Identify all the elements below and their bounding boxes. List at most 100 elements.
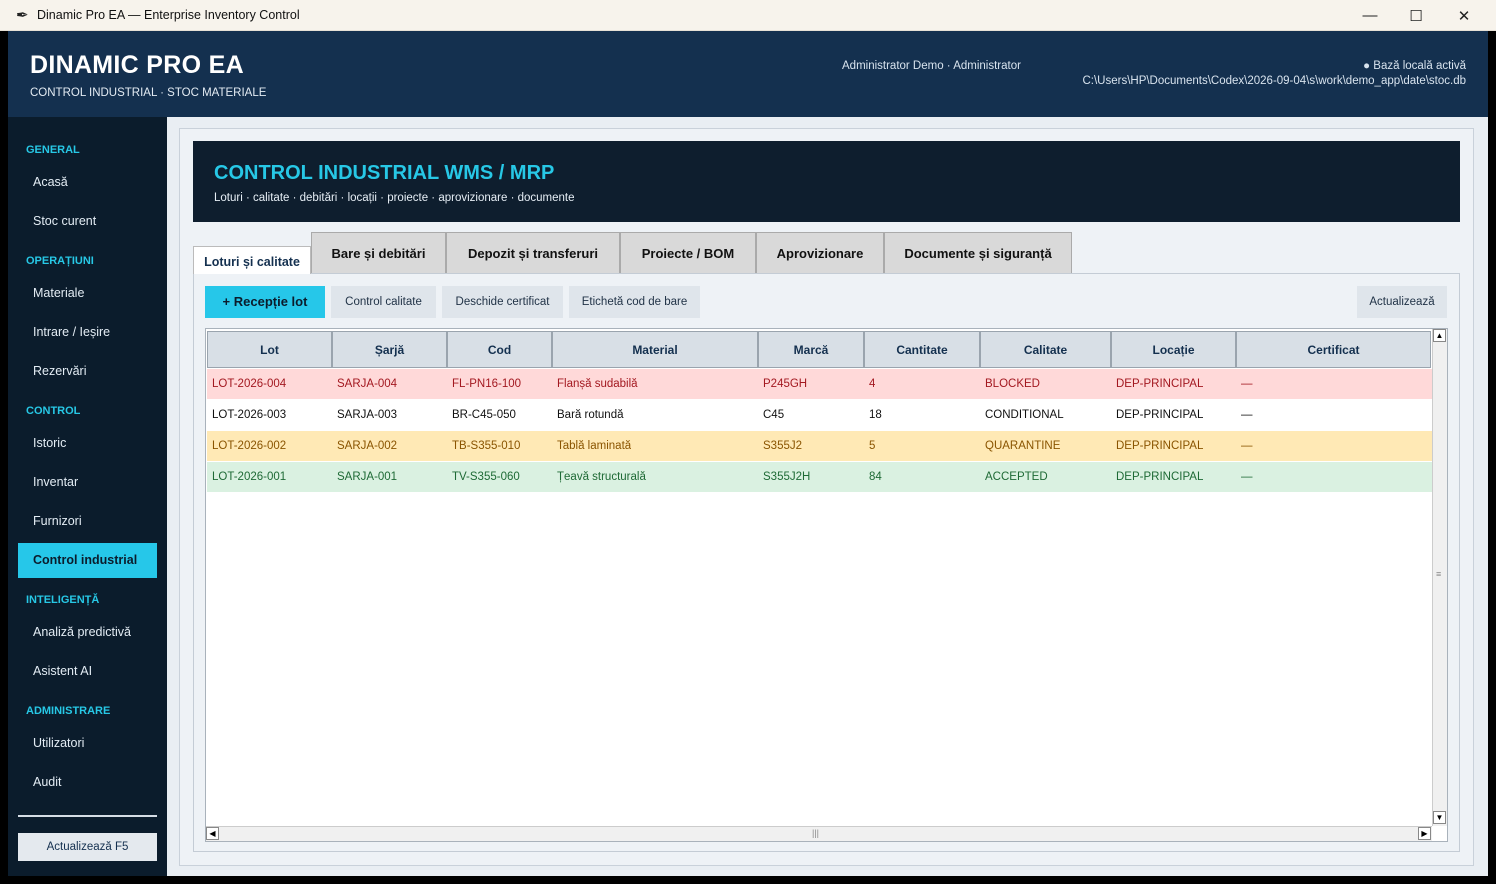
feather-icon: ✒ xyxy=(16,7,29,24)
actualizeaza-button[interactable]: Actualizează xyxy=(1357,286,1447,318)
scroll-down-icon[interactable]: ▼ xyxy=(1433,811,1446,824)
close-button[interactable]: ✕ xyxy=(1441,0,1487,31)
page-subtitle: Loturi · calitate · debitări · locații ·… xyxy=(214,192,575,204)
cell-material: Flanșă sudabilă xyxy=(557,378,638,390)
tab-loturi-calitate[interactable]: Loturi și calitate xyxy=(193,246,311,274)
cell-locatie: DEP-PRINCIPAL xyxy=(1116,471,1204,483)
column-header-calitate[interactable]: Calitate xyxy=(980,331,1111,368)
sidebar-section-inteligenta: INTELIGENȚĂ xyxy=(26,594,100,606)
db-status: ● Bază locală activă xyxy=(1363,60,1466,72)
deschide-certificat-button[interactable]: Deschide certificat xyxy=(442,286,563,318)
sidebar-divider xyxy=(18,815,157,817)
cell-material: Țeavă structurală xyxy=(557,471,646,483)
cell-locatie: DEP-PRINCIPAL xyxy=(1116,440,1204,452)
sidebar-item-materiale[interactable]: Materiale xyxy=(18,276,157,311)
sidebar-item-inventar[interactable]: Inventar xyxy=(18,465,157,500)
cell-certificat: — xyxy=(1241,409,1253,421)
scroll-up-icon[interactable]: ▲ xyxy=(1433,329,1446,342)
cell-cantitate: 4 xyxy=(869,378,876,390)
cell-locatie: DEP-PRINCIPAL xyxy=(1116,378,1204,390)
column-header-sarja[interactable]: Șarjă xyxy=(332,331,447,368)
cell-cantitate: 18 xyxy=(869,409,882,421)
cell-sarja: SARJA-004 xyxy=(337,378,398,390)
tab-depozit-transferuri[interactable]: Depozit și transferuri xyxy=(446,232,620,273)
column-header-marca[interactable]: Marcă xyxy=(758,331,864,368)
cell-sarja: SARJA-002 xyxy=(337,440,398,452)
sidebar-section-administrare: ADMINISTRARE xyxy=(26,705,111,717)
scroll-right-icon[interactable]: ▶ xyxy=(1418,827,1431,840)
cell-sarja: SARJA-003 xyxy=(337,409,398,421)
sidebar-item-asistent-ai[interactable]: Asistent AI xyxy=(18,654,157,689)
sidebar-item-analiza-predictiva[interactable]: Analiză predictivă xyxy=(18,615,157,650)
cell-marca: S355J2 xyxy=(763,440,803,452)
sidebar-item-acasa[interactable]: Acasă xyxy=(18,165,157,200)
cell-certificat: — xyxy=(1241,440,1253,452)
cell-marca: C45 xyxy=(763,409,785,421)
horizontal-scrollbar[interactable]: ◀ ||| ▶ xyxy=(206,826,1432,841)
brand-subtitle: CONTROL INDUSTRIAL · STOC MATERIALE xyxy=(30,87,267,99)
sidebar-item-istoric[interactable]: Istoric xyxy=(18,426,157,461)
app-header: DINAMIC PRO EA CONTROL INDUSTRIAL · STOC… xyxy=(8,31,1488,117)
table-row[interactable]: LOT-2026-002 SARJA-002 TB-S355-010 Tablă… xyxy=(207,431,1432,461)
table-row[interactable]: LOT-2026-001 SARJA-001 TV-S355-060 Țeavă… xyxy=(207,462,1432,492)
table-row[interactable]: LOT-2026-004 SARJA-004 FL-PN16-100 Flanș… xyxy=(207,369,1432,399)
cell-cantitate: 5 xyxy=(869,440,876,452)
sidebar-item-utilizatori[interactable]: Utilizatori xyxy=(18,726,157,761)
minimize-button[interactable]: — xyxy=(1347,0,1393,31)
scroll-grip-icon[interactable]: ≡ xyxy=(1436,569,1441,579)
cell-certificat: — xyxy=(1241,471,1253,483)
column-header-lot[interactable]: Lot xyxy=(207,331,332,368)
vertical-scrollbar[interactable]: ▲ ≡ ▼ xyxy=(1432,329,1447,826)
sidebar-item-stoc-curent[interactable]: Stoc curent xyxy=(18,204,157,239)
eticheta-cod-bare-button[interactable]: Etichetă cod de bare xyxy=(569,286,700,318)
tab-documente-siguranta[interactable]: Documente și siguranță xyxy=(884,232,1072,273)
sidebar-item-intrare-iesire[interactable]: Intrare / Ieșire xyxy=(18,315,157,350)
cell-cod: BR-C45-050 xyxy=(452,409,516,421)
cell-certificat: — xyxy=(1241,378,1253,390)
sidebar-item-furnizori[interactable]: Furnizori xyxy=(18,504,157,539)
cell-calitate: ACCEPTED xyxy=(985,471,1048,483)
sidebar-item-audit[interactable]: Audit xyxy=(18,765,157,800)
sidebar-refresh-button[interactable]: Actualizează F5 xyxy=(18,833,157,861)
column-header-material[interactable]: Material xyxy=(552,331,758,368)
maximize-button[interactable]: ☐ xyxy=(1393,0,1439,31)
sidebar-section-control: CONTROL xyxy=(26,405,81,417)
column-header-cantitate[interactable]: Cantitate xyxy=(864,331,980,368)
control-calitate-button[interactable]: Control calitate xyxy=(331,286,436,318)
db-path: C:\Users\HP\Documents\Codex\2026-09-04\s… xyxy=(1082,75,1466,87)
user-info: Administrator Demo · Administrator xyxy=(842,60,1021,72)
sidebar-item-control-industrial[interactable]: Control industrial xyxy=(18,543,157,578)
tab-bare-debitari[interactable]: Bare și debitări xyxy=(311,232,446,273)
cell-lot: LOT-2026-004 xyxy=(212,378,287,390)
tab-proiecte-bom[interactable]: Proiecte / BOM xyxy=(620,232,756,273)
cell-calitate: BLOCKED xyxy=(985,378,1040,390)
lots-table: Lot Șarjă Cod Material Marcă Cantitate C… xyxy=(205,328,1448,842)
receptie-lot-button[interactable]: + Recepție lot xyxy=(205,286,325,318)
cell-marca: P245GH xyxy=(763,378,808,390)
cell-calitate: QUARANTINE xyxy=(985,440,1061,452)
table-row[interactable]: LOT-2026-003 SARJA-003 BR-C45-050 Bară r… xyxy=(207,400,1432,430)
cell-lot: LOT-2026-002 xyxy=(212,440,287,452)
cell-cod: FL-PN16-100 xyxy=(452,378,522,390)
cell-cod: TV-S355-060 xyxy=(452,471,520,483)
window-titlebar: ✒ Dinamic Pro EA — Enterprise Inventory … xyxy=(0,0,1496,31)
cell-marca: S355J2H xyxy=(763,471,811,483)
column-header-locatie[interactable]: Locație xyxy=(1111,331,1236,368)
scroll-left-icon[interactable]: ◀ xyxy=(206,827,219,840)
cell-material: Bară rotundă xyxy=(557,409,624,421)
window-title: Dinamic Pro EA — Enterprise Inventory Co… xyxy=(37,8,300,22)
cell-locatie: DEP-PRINCIPAL xyxy=(1116,409,1204,421)
scroll-grip-horizontal-icon[interactable]: ||| xyxy=(812,828,819,838)
cell-cod: TB-S355-010 xyxy=(452,440,521,452)
column-header-cod[interactable]: Cod xyxy=(447,331,552,368)
cell-lot: LOT-2026-003 xyxy=(212,409,287,421)
cell-calitate: CONDITIONAL xyxy=(985,409,1064,421)
column-header-certificat[interactable]: Certificat xyxy=(1236,331,1431,368)
sidebar: GENERAL Acasă Stoc curent OPERAȚIUNI Mat… xyxy=(8,117,167,876)
cell-material: Tablă laminată xyxy=(557,440,632,452)
sidebar-item-rezervari[interactable]: Rezervări xyxy=(18,354,157,389)
page-title: CONTROL INDUSTRIAL WMS / MRP xyxy=(214,162,555,184)
sidebar-section-general: GENERAL xyxy=(26,144,80,156)
tab-aprovizionare[interactable]: Aprovizionare xyxy=(756,232,884,273)
brand-title: DINAMIC PRO EA xyxy=(30,51,244,79)
